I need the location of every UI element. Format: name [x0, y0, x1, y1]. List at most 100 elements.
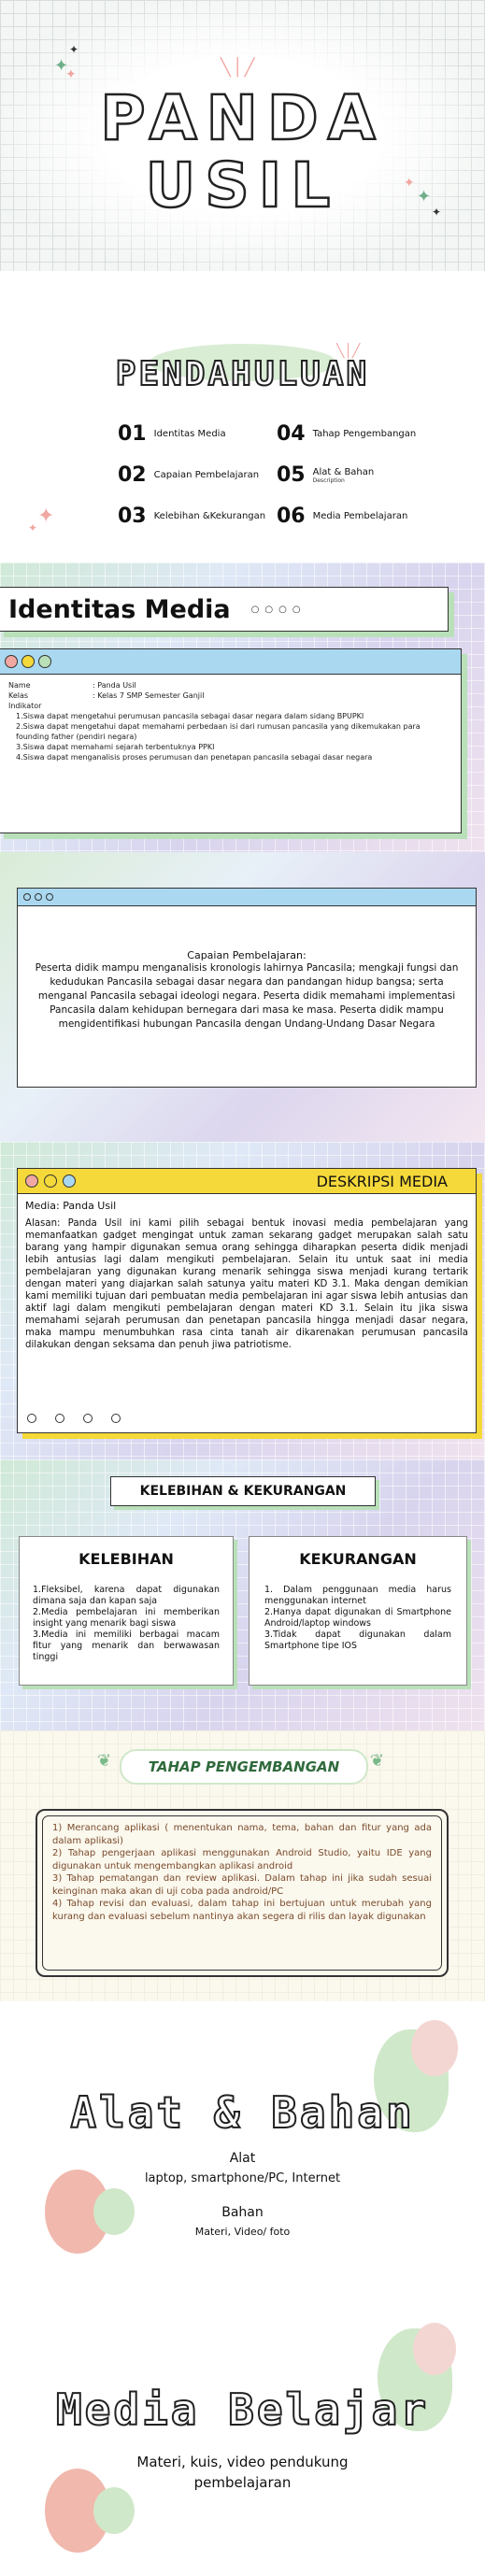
alat-value: laptop, smartphone/PC, Internet: [144, 2171, 341, 2185]
menu-number: 05: [277, 463, 306, 487]
window-dot-icon: [38, 655, 51, 668]
menu-number: 06: [277, 505, 306, 528]
menu-number: 03: [118, 505, 147, 528]
intro-title: PENDAHULUAN: [115, 354, 370, 394]
sparkle-icon: ✦: [417, 187, 432, 206]
decor-blob: [413, 2323, 456, 2375]
capaian-window: Capaian Pembelajaran: Peserta didik mamp…: [17, 888, 477, 1088]
menu-sublabel: Description: [312, 477, 345, 484]
capaian-text: Peserta didik mampu menganalisis kronolo…: [35, 962, 459, 1030]
menu-label: Kelebihan &Kekurangan: [153, 511, 266, 521]
alat-slide: Alat & Bahan Alat laptop, smartphone/PC,…: [0, 2001, 485, 2300]
window-titlebar: [18, 889, 476, 906]
kekurangan-item: 2.Hanya dapat digunakan di Smartphone An…: [264, 1607, 451, 1629]
tahap-slide: TAHAP PENGEMBANGAN ❦ ❦ 1) Merancang apli…: [0, 1730, 485, 2001]
window-dot-icon: [44, 1174, 57, 1188]
kk-title-box: KELEBIHAN & KEKURANGAN: [110, 1476, 376, 1506]
media-title: Media Belajar: [55, 2384, 430, 2436]
media-slide: Media Belajar Materi, kuis, video penduk…: [0, 2300, 485, 2576]
intro-slide: PENDAHULUAN ╲│╱ ✦ ✦ 01 Identitas Media 0…: [0, 271, 485, 562]
menu-label: Media Pembelajaran: [312, 511, 408, 521]
indikator-item: 4.Siswa dapat menganalisis proses perumu…: [16, 753, 373, 761]
window-dot-icon: [5, 655, 18, 668]
alat-label: Alat: [229, 2151, 256, 2166]
leaf-icon: ❦: [97, 1751, 112, 1771]
indikator-item: 2.Siswa dapat mengetahui dapat memahami …: [16, 722, 421, 741]
tahap-item: 2) Tahap pengerjaan aplikasi menggunakan…: [52, 1848, 432, 1872]
menu-number: 04: [277, 422, 306, 446]
sparkle-icon: ✦: [69, 43, 79, 56]
menu-item-01[interactable]: 01 Identitas Media: [118, 422, 226, 446]
kelebihan-item: 3.Media ini memiliki berbagai macam fitu…: [33, 1630, 220, 1662]
deskripsi-text: Alasan: Panda Usil ini kami pilih sebaga…: [25, 1218, 468, 1350]
window-dot-icon: [63, 1174, 76, 1188]
indikator-label: Indikator: [8, 702, 42, 710]
deskripsi-slide: DESKRIPSI MEDIA Media: Panda Usil Alasan…: [0, 1142, 485, 1459]
sparkle-icon: ✦: [65, 67, 77, 82]
window-titlebar: DESKRIPSI MEDIA: [18, 1169, 476, 1194]
dots-decor: [27, 1414, 121, 1423]
identitas-window: Name: Panda Usil Kelas: Kelas 7 SMP Seme…: [0, 648, 462, 833]
kekurangan-item: 1. Dalam penggunaan media harus mengguna…: [264, 1585, 451, 1606]
tahap-item: 1) Merancang aplikasi ( menentukan nama,…: [52, 1823, 432, 1846]
window-dot-icon: [46, 893, 53, 901]
bahan-label: Bahan: [221, 2205, 264, 2220]
menu-label: Alat & Bahan: [312, 466, 375, 477]
media-line1: Materi, kuis, video pendukung: [136, 2454, 349, 2470]
kekurangan-card: KEKURANGAN 1. Dalam penggunaan media har…: [249, 1536, 467, 1686]
identitas-title: Identitas Media: [8, 594, 231, 624]
leaf-icon: ❦: [370, 1751, 385, 1771]
menu-item-06[interactable]: 06 Media Pembelajaran: [277, 505, 407, 528]
media-line2: pembelajaran: [193, 2474, 292, 2491]
menu-label: Identitas Media: [153, 429, 226, 439]
sparkle-icon: ✦: [37, 505, 55, 528]
menu-item-05[interactable]: 05 Alat & Bahan Description: [277, 463, 374, 487]
tahap-item: 3) Tahap pematangan dan review aplikasi.…: [52, 1873, 432, 1897]
bahan-value: Materi, Video/ foto: [194, 2226, 291, 2238]
tahap-box: 1) Merancang aplikasi ( menentukan nama,…: [36, 1809, 449, 1977]
sparkle-icon: ✦: [28, 521, 38, 534]
identitas-row: Name: Panda Usil: [8, 681, 136, 690]
cover-slide: PANDA USIL ✦ ✦ ✦ ✦ ✦ ✦ ╲│╱: [0, 0, 485, 271]
menu-number: 02: [118, 463, 147, 487]
menu-label: Capaian Pembelajaran: [153, 470, 260, 480]
identitas-title-box: Identitas Media ○○○○: [0, 587, 449, 632]
kk-title: KELEBIHAN & KEKURANGAN: [139, 1484, 347, 1499]
indikator-item: 1.Siswa dapat mengetahui perumusan panca…: [16, 712, 364, 720]
menu-item-04[interactable]: 04 Tahap Pengembangan: [277, 422, 416, 446]
tahap-title: TAHAP PENGEMBANGAN: [148, 1758, 340, 1775]
kelebihan-card: KELEBIHAN 1.Fleksibel, karena dapat digu…: [19, 1536, 234, 1686]
deskripsi-title: DESKRIPSI MEDIA: [316, 1172, 448, 1190]
identitas-slide: Identitas Media ○○○○ Name: Panda Usil Ke…: [0, 562, 485, 852]
window-dot-icon: [25, 1174, 38, 1188]
cover-title-line1: PANDA: [99, 81, 385, 156]
window-dot-icon: [23, 893, 31, 901]
menu-label: Tahap Pengembangan: [312, 429, 417, 439]
sparkle-icon: ✦: [404, 176, 415, 191]
menu-number: 01: [118, 422, 147, 446]
kelebihan-item: 2.Media pembelajaran ini memberikan insi…: [33, 1607, 220, 1629]
menu-item-03[interactable]: 03 Kelebihan &Kekurangan: [118, 505, 265, 528]
tahap-item: 4) Tahap revisi dan evaluasi, dalam taha…: [52, 1899, 432, 1922]
capaian-heading: Capaian Pembelajaran:: [187, 949, 307, 961]
alat-title: Alat & Bahan: [69, 2086, 415, 2139]
menu-item-02[interactable]: 02 Capaian Pembelajaran: [118, 463, 259, 487]
decor-blob: [93, 2487, 135, 2534]
kelebihan-item: 1.Fleksibel, karena dapat digunakan dima…: [33, 1585, 220, 1606]
window-dot-icon: [35, 893, 42, 901]
kekurangan-title: KEKURANGAN: [299, 1550, 417, 1568]
sparkle-icon: ✦: [432, 206, 442, 219]
dots-decor: ○○○○: [250, 604, 307, 615]
identitas-row: Kelas: Kelas 7 SMP Semester Ganjil: [8, 691, 205, 700]
decor-blob: [411, 2020, 458, 2076]
kekurangan-item: 3.Tidak dapat digunakan dalam Smartphone…: [264, 1630, 451, 1651]
burst-icon: ╲│╱: [221, 58, 257, 78]
deskripsi-window: DESKRIPSI MEDIA Media: Panda Usil Alasan…: [17, 1168, 477, 1433]
deskripsi-media: Media: Panda Usil: [25, 1200, 117, 1212]
window-dot-icon: [21, 655, 35, 668]
tahap-title-pill: TAHAP PENGEMBANGAN: [120, 1749, 368, 1785]
indikator-item: 3.Siswa dapat memahami sejarah terbentuk…: [16, 743, 215, 751]
capaian-slide: Capaian Pembelajaran: Peserta didik mamp…: [0, 852, 485, 1142]
burst-icon: ╲│╱: [336, 344, 361, 359]
window-titlebar: [0, 649, 461, 675]
